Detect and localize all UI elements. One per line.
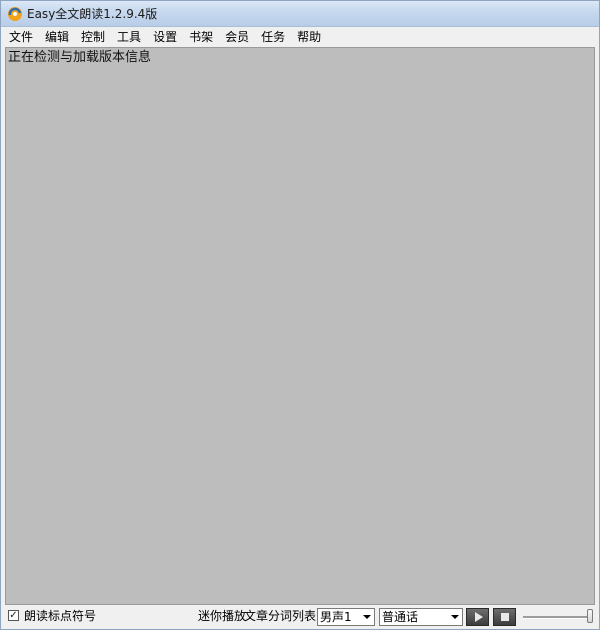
menu-tools[interactable]: 工具 [111, 27, 147, 47]
dialect-select-value: 普通话 [382, 610, 419, 624]
stop-icon [501, 613, 509, 621]
segment-list-button[interactable]: 文章分词列表 [244, 608, 316, 624]
mini-player-button[interactable]: 迷你播放 [198, 608, 246, 624]
text-display-area[interactable]: 正在检测与加载版本信息 [5, 47, 595, 605]
title-bar[interactable]: Easy全文朗读1.2.9.4版 [1, 1, 599, 27]
chevron-down-icon [451, 615, 459, 619]
read-punctuation-label[interactable]: 朗读标点符号 [24, 608, 96, 624]
stop-button[interactable] [493, 608, 516, 626]
menu-help[interactable]: 帮助 [291, 27, 327, 47]
window-title: Easy全文朗读1.2.9.4版 [27, 7, 158, 21]
volume-slider[interactable] [523, 616, 593, 619]
chevron-down-icon [363, 615, 371, 619]
voice-select[interactable]: 男声1 [317, 608, 375, 626]
play-icon [475, 612, 483, 622]
menu-member[interactable]: 会员 [219, 27, 255, 47]
menu-settings[interactable]: 设置 [147, 27, 183, 47]
menu-control[interactable]: 控制 [75, 27, 111, 47]
app-logo-icon [8, 7, 22, 21]
dialect-select[interactable]: 普通话 [379, 608, 463, 626]
volume-slider-thumb[interactable] [587, 609, 593, 623]
voice-select-value: 男声1 [320, 610, 352, 624]
bottom-toolbar: ✓ 朗读标点符号 迷你播放 文章分词列表 男声1 普通话 [1, 605, 599, 629]
app-window: Easy全文朗读1.2.9.4版 文件 编辑 控制 工具 设置 书架 会员 任务… [0, 0, 600, 630]
status-text: 正在检测与加载版本信息 [8, 50, 152, 65]
read-punctuation-checkbox[interactable]: ✓ [8, 610, 19, 621]
menu-file[interactable]: 文件 [1, 27, 39, 47]
menu-bar: 文件 编辑 控制 工具 设置 书架 会员 任务 帮助 [1, 27, 599, 47]
menu-edit[interactable]: 编辑 [39, 27, 75, 47]
menu-tasks[interactable]: 任务 [255, 27, 291, 47]
play-button[interactable] [466, 608, 489, 626]
menu-bookshelf[interactable]: 书架 [183, 27, 219, 47]
